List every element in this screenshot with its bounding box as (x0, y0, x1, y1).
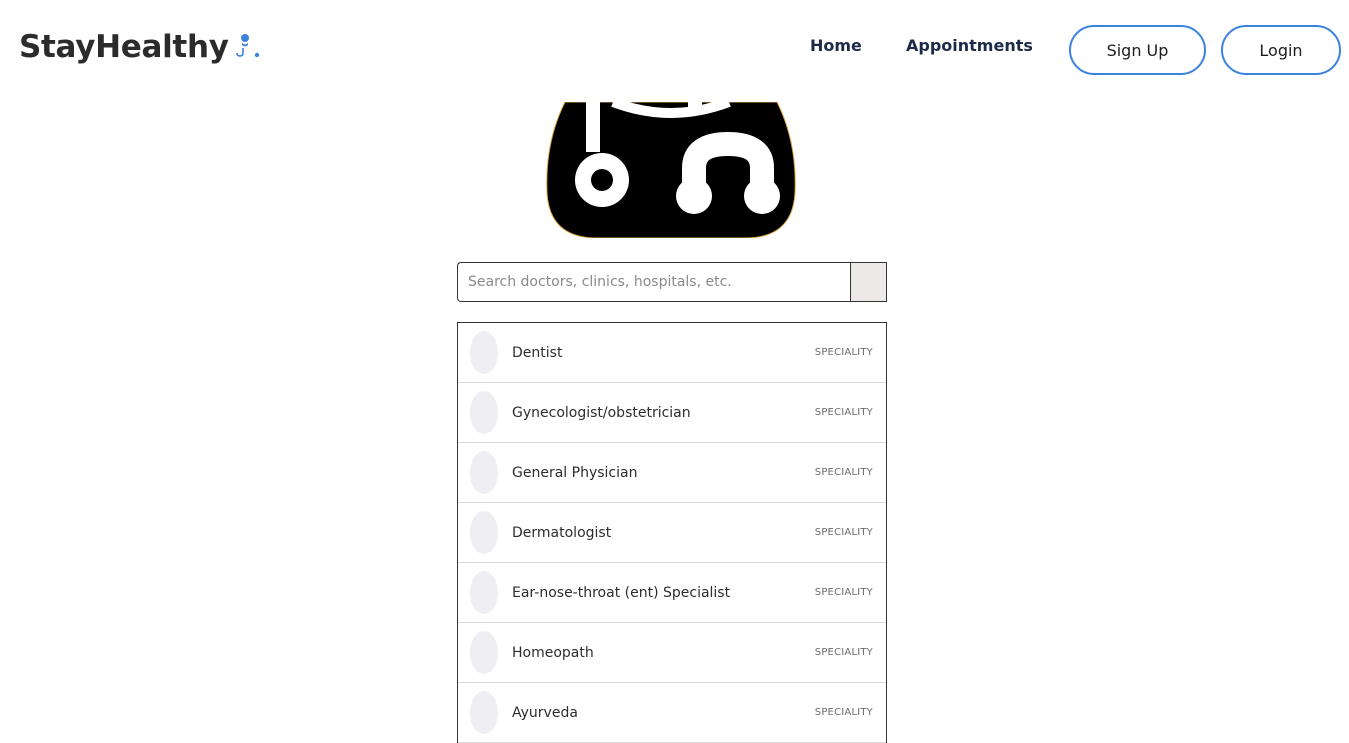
avatar (470, 631, 498, 674)
avatar (470, 691, 498, 734)
search-results-list: Dentist SPECIALITY Gynecologist/obstetri… (457, 322, 887, 743)
result-name: Dentist (512, 344, 563, 361)
list-item[interactable]: Ayurveda SPECIALITY (458, 683, 886, 743)
list-item[interactable]: Gynecologist/obstetrician SPECIALITY (458, 383, 886, 443)
result-name: Dermatologist (512, 524, 612, 541)
sign-up-button[interactable]: Sign Up (1069, 25, 1206, 75)
result-name: Ear-nose-throat (ent) Specialist (512, 584, 731, 601)
list-item[interactable]: Ear-nose-throat (ent) Specialist SPECIAL… (458, 563, 886, 623)
nav-link-appointments[interactable]: Appointments (906, 36, 1033, 56)
search-button[interactable] (850, 262, 887, 302)
stethoscope-icon (545, 97, 797, 239)
avatar (470, 391, 498, 434)
list-item[interactable]: Dermatologist SPECIALITY (458, 503, 886, 563)
navbar: StayHealthy Home Appointments Sign Up Lo… (0, 0, 1349, 102)
result-type: SPECIALITY (814, 527, 873, 538)
result-type: SPECIALITY (814, 587, 873, 598)
login-button[interactable]: Login (1221, 25, 1341, 75)
avatar (470, 331, 498, 374)
result-name: Gynecologist/obstetrician (512, 404, 691, 421)
nav-link-home[interactable]: Home (810, 36, 862, 56)
list-item[interactable]: Homeopath SPECIALITY (458, 623, 886, 683)
result-type: SPECIALITY (814, 707, 873, 718)
brand-logo[interactable]: StayHealthy (19, 27, 265, 67)
result-type: SPECIALITY (814, 347, 873, 358)
list-item[interactable]: Dentist SPECIALITY (458, 323, 886, 383)
result-name: General Physician (512, 464, 638, 481)
result-name: Ayurveda (512, 704, 578, 721)
brand-name: StayHealthy (19, 29, 229, 65)
result-name: Homeopath (512, 644, 594, 661)
doctor-stethoscope-icon (233, 29, 265, 61)
result-type: SPECIALITY (814, 467, 873, 478)
avatar (470, 451, 498, 494)
list-item[interactable]: General Physician SPECIALITY (458, 443, 886, 503)
result-type: SPECIALITY (814, 407, 873, 418)
search-input[interactable] (457, 262, 850, 302)
avatar (470, 511, 498, 554)
avatar (470, 571, 498, 614)
search-bar (457, 262, 887, 302)
result-type: SPECIALITY (814, 647, 873, 658)
